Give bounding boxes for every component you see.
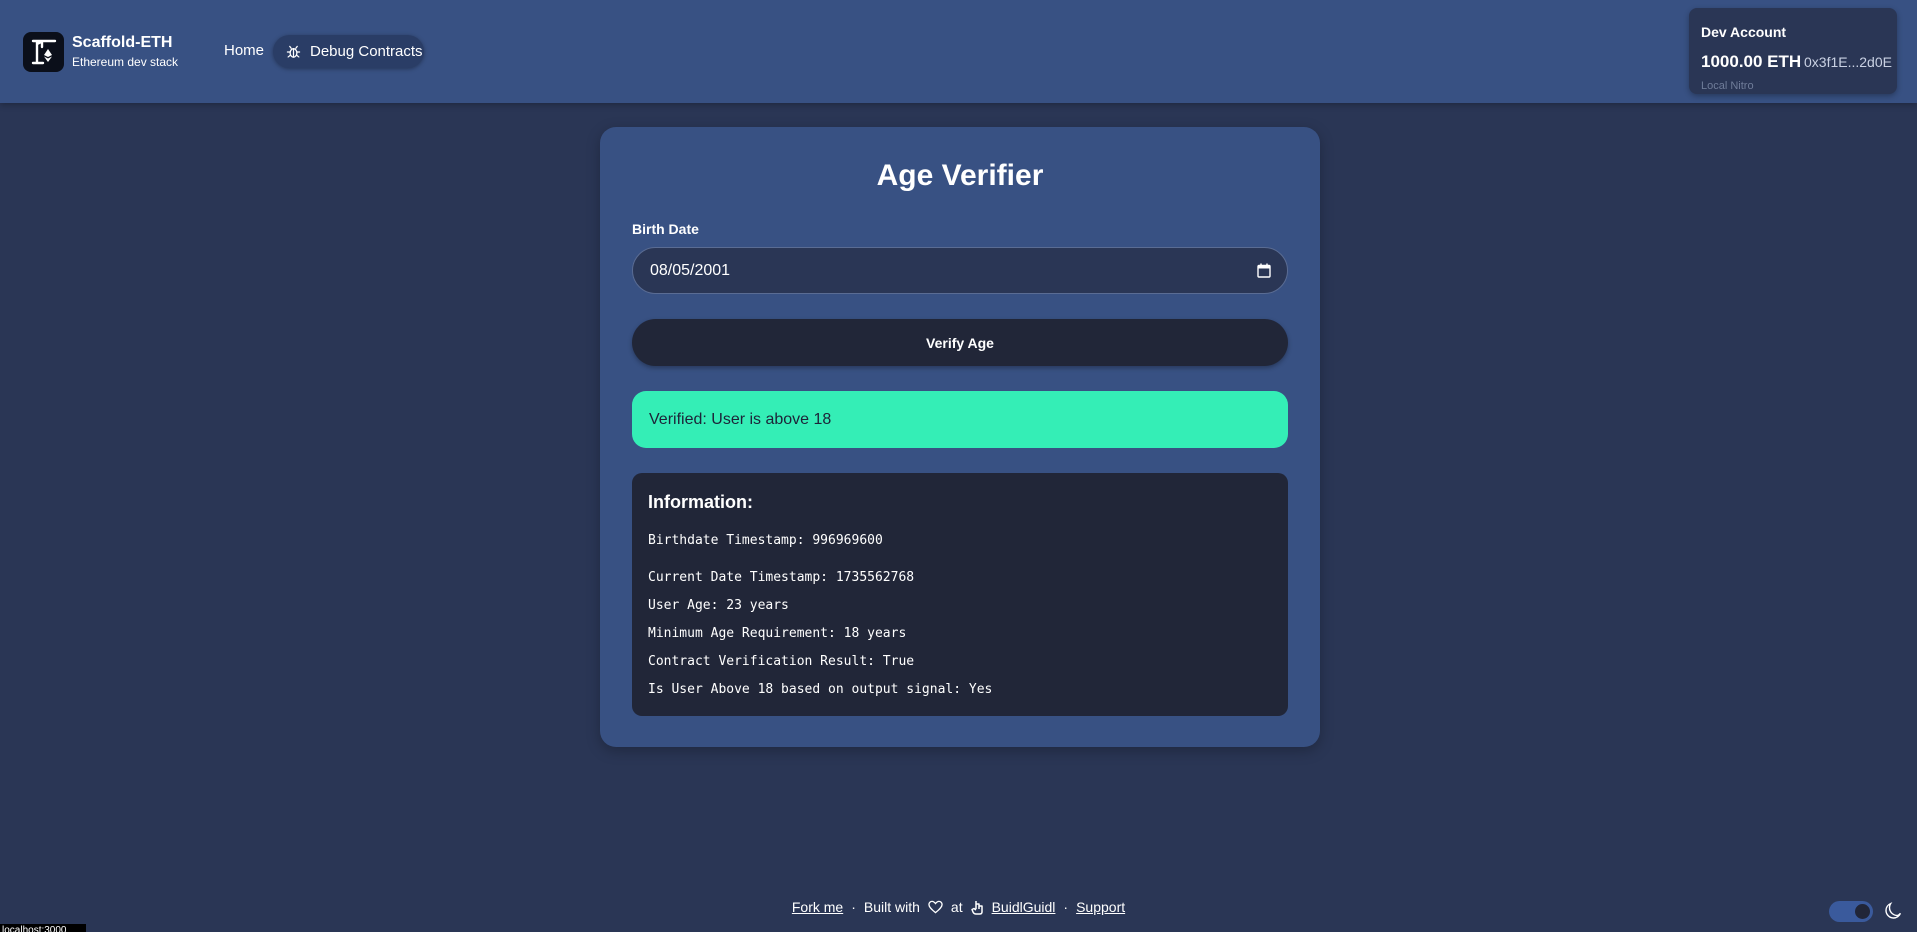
verification-status-text: Verified: User is above 18 — [649, 410, 832, 428]
account-address[interactable]: 0x3f1E...2d0E — [1804, 54, 1892, 70]
theme-toggle[interactable] — [1829, 901, 1873, 922]
nav-debug-label: Debug Contracts — [310, 43, 423, 60]
info-minimum-age: Minimum Age Requirement: 18 years — [648, 626, 907, 641]
info-birthdate-timestamp: Birthdate Timestamp: 996969600 — [648, 533, 883, 548]
fork-me-link[interactable]: Fork me — [792, 899, 843, 915]
buidlguidl-link[interactable]: BuidlGuidl — [992, 899, 1056, 915]
nav-debug-contracts-link[interactable]: Debug Contracts — [273, 35, 424, 68]
footer: Fork me · Built with at BuidlGuidl · Sup… — [0, 897, 1917, 917]
nav-home-link[interactable]: Home — [212, 34, 276, 68]
birth-date-input[interactable]: 08/05/2001 — [632, 247, 1288, 294]
theme-toggle-knob — [1855, 904, 1870, 919]
dev-account-title: Dev Account — [1701, 24, 1787, 40]
footer-separator: · — [851, 899, 856, 915]
information-panel: Information: Birthdate Timestamp: 996969… — [632, 473, 1288, 716]
age-verifier-card: Age Verifier Birth Date 08/05/2001 Verif… — [600, 127, 1320, 747]
information-title: Information: — [648, 492, 753, 512]
verify-age-button[interactable]: Verify Age — [632, 319, 1288, 366]
dev-account-panel[interactable]: Dev Account 1000.00 ETH 0x3f1E...2d0E Lo… — [1689, 8, 1897, 94]
info-contract-result: Contract Verification Result: True — [648, 654, 915, 669]
network-name: Local Nitro — [1701, 80, 1754, 92]
info-user-age: User Age: 23 years — [648, 598, 789, 613]
top-navbar: Scaffold-ETH Ethereum dev stack Home Deb… — [0, 0, 1917, 103]
bug-icon — [286, 45, 301, 58]
calendar-icon[interactable] — [1257, 263, 1271, 278]
page-title: Age Verifier — [876, 159, 1044, 192]
birth-date-value: 08/05/2001 — [650, 261, 731, 279]
brand-subtitle: Ethereum dev stack — [72, 55, 179, 69]
info-output-signal: Is User Above 18 based on output signal:… — [648, 682, 993, 697]
verification-status-alert: Verified: User is above 18 — [632, 391, 1288, 448]
scaffold-logo-icon[interactable] — [23, 32, 64, 72]
at-text: at — [950, 899, 963, 915]
crane-eth-icon — [31, 39, 56, 65]
info-current-timestamp: Current Date Timestamp: 1735562768 — [648, 570, 915, 585]
heart-icon — [928, 900, 943, 914]
support-link[interactable]: Support — [1076, 899, 1125, 915]
built-with-text: Built with — [863, 899, 920, 915]
footer-separator: · — [1063, 899, 1069, 915]
brand-title[interactable]: Scaffold-ETH — [72, 34, 172, 52]
account-balance: 1000.00 ETH — [1701, 52, 1802, 71]
localhost-badge: localhost:3000 — [0, 924, 86, 932]
buidlguidl-logo-icon — [970, 900, 983, 915]
birth-date-label: Birth Date — [632, 221, 699, 237]
moon-icon — [1885, 902, 1902, 919]
